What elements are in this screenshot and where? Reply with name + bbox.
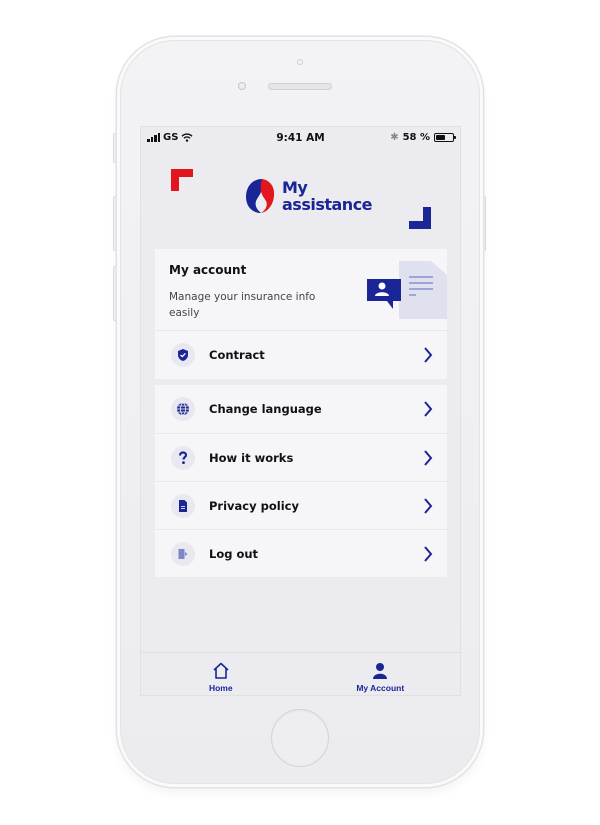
home-icon <box>213 662 229 679</box>
account-header: My account Manage your insurance info ea… <box>155 249 447 331</box>
tab-label: Home <box>208 683 233 693</box>
logo-mark-icon <box>246 179 275 213</box>
tab-label: My Account <box>356 683 405 693</box>
menu-item-privacy-policy[interactable]: Privacy policy <box>155 481 447 529</box>
decorative-corner-red <box>171 169 193 191</box>
menu-item-change-language[interactable]: Change language <box>155 385 447 433</box>
menu-item-label: Change language <box>209 402 322 416</box>
menu-item-label: Privacy policy <box>209 498 299 513</box>
settings-card: Change language How it works Privacy pol… <box>155 385 447 577</box>
app-screen: GS 9:41 AM ✱ 58 % My assistance My accou… <box>140 126 461 696</box>
chevron-right-icon <box>424 450 433 466</box>
status-bar: GS 9:41 AM ✱ 58 % <box>141 127 460 149</box>
battery-percent: 58 % <box>402 132 430 143</box>
decorative-corner-blue <box>409 207 431 229</box>
battery-icon <box>434 133 456 142</box>
menu-item-contract[interactable]: Contract <box>155 331 447 379</box>
tab-bar: Home My Account <box>141 652 460 695</box>
shield-check-icon <box>178 349 188 361</box>
home-hardware-button[interactable] <box>271 709 329 767</box>
front-camera <box>297 59 303 65</box>
question-icon <box>178 450 188 464</box>
globe-icon <box>177 402 189 416</box>
bluetooth-icon: ✱ <box>390 132 399 143</box>
logo-text-assistance: assistance <box>282 195 373 214</box>
menu-item-label: Log out <box>209 546 259 561</box>
proximity-sensor <box>238 82 246 90</box>
earpiece-speaker <box>268 83 332 90</box>
account-title: My account <box>169 263 247 277</box>
logout-icon <box>178 548 188 559</box>
chevron-right-icon <box>424 347 433 363</box>
chevron-right-icon <box>424 401 433 417</box>
menu-item-label: Contract <box>209 348 265 362</box>
app-logo: My assistance <box>244 177 373 215</box>
chevron-right-icon <box>424 546 433 562</box>
menu-item-label: How it works <box>209 450 294 465</box>
battery-level <box>436 135 446 140</box>
logo-text-my: My <box>282 178 308 197</box>
account-illustration-icon <box>367 261 447 319</box>
menu-item-how-it-works[interactable]: How it works <box>155 433 447 481</box>
menu-item-log-out[interactable]: Log out <box>155 529 447 577</box>
account-card: My account Manage your insurance info ea… <box>155 249 447 379</box>
user-icon <box>373 663 388 679</box>
tab-my-account[interactable]: My Account <box>301 653 461 695</box>
account-description: Manage your insurance info easily <box>169 291 316 319</box>
document-icon <box>179 499 187 512</box>
tab-home[interactable]: Home <box>141 653 301 695</box>
chevron-right-icon <box>424 498 433 514</box>
